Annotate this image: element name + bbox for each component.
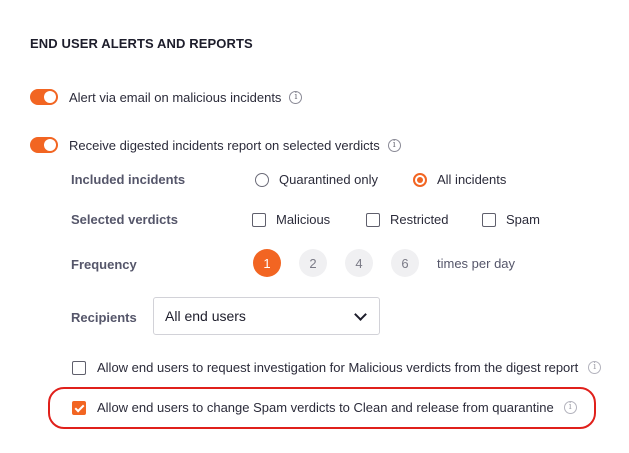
digest-toggle[interactable] (30, 137, 58, 153)
radio-label: Quarantined only (279, 172, 379, 187)
allow-release-row: Allow end users to change Spam verdicts … (72, 400, 577, 415)
checkbox-label: Spam (506, 212, 540, 227)
radio-all-incidents[interactable]: All incidents (413, 172, 506, 187)
digest-row: Receive digested incidents report on sel… (30, 137, 401, 153)
checkbox-label: Restricted (390, 212, 449, 227)
radio-quarantined-only[interactable]: Quarantined only (255, 172, 378, 187)
section-title: END USER ALERTS AND REPORTS (30, 36, 253, 51)
radio-button[interactable] (255, 172, 269, 187)
checkbox-restricted[interactable]: Restricted (366, 212, 449, 227)
info-icon[interactable]: i (563, 401, 577, 414)
info-icon[interactable]: i (387, 138, 401, 152)
digest-label: Receive digested incidents report on sel… (69, 137, 380, 153)
toggle-knob (44, 91, 56, 103)
alert-email-row: Alert via email on malicious incidents i (30, 89, 303, 105)
info-icon[interactable]: i (289, 90, 303, 104)
allow-investigation-label: Allow end users to request investigation… (97, 360, 579, 375)
included-incidents-label: Included incidents (71, 172, 186, 187)
recipients-select[interactable]: All end users (153, 297, 380, 335)
radio-label: All incidents (437, 172, 507, 187)
alert-email-label: Alert via email on malicious incidents (69, 89, 282, 105)
recipients-value: All end users (165, 308, 246, 324)
checkbox-spam[interactable]: Spam (482, 212, 540, 227)
frequency-option-2[interactable]: 2 (299, 249, 327, 277)
frequency-option-4[interactable]: 4 (345, 249, 373, 277)
frequency-option-1[interactable]: 1 (253, 249, 281, 277)
check-icon (74, 402, 85, 412)
checkbox[interactable] (252, 212, 266, 227)
checkbox[interactable] (366, 212, 380, 227)
allow-investigation-row: Allow end users to request investigation… (72, 360, 602, 375)
radio-button[interactable] (413, 172, 427, 187)
checkbox-label: Malicious (276, 212, 331, 227)
recipients-label: Recipients (71, 310, 137, 325)
frequency-label: Frequency (71, 257, 137, 272)
frequency-option-6[interactable]: 6 (391, 249, 419, 277)
frequency-suffix: times per day (437, 256, 516, 271)
toggle-knob (44, 139, 56, 151)
info-icon[interactable]: i (588, 361, 602, 374)
allow-release-checkbox[interactable] (72, 400, 86, 415)
alert-email-toggle[interactable] (30, 89, 58, 105)
allow-investigation-checkbox[interactable] (72, 360, 86, 375)
chevron-down-icon (354, 307, 367, 321)
selected-verdicts-label: Selected verdicts (71, 212, 178, 227)
radio-dot (417, 176, 423, 183)
allow-release-label: Allow end users to change Spam verdicts … (97, 400, 554, 415)
checkbox[interactable] (482, 212, 496, 227)
checkbox-malicious[interactable]: Malicious (252, 212, 330, 227)
